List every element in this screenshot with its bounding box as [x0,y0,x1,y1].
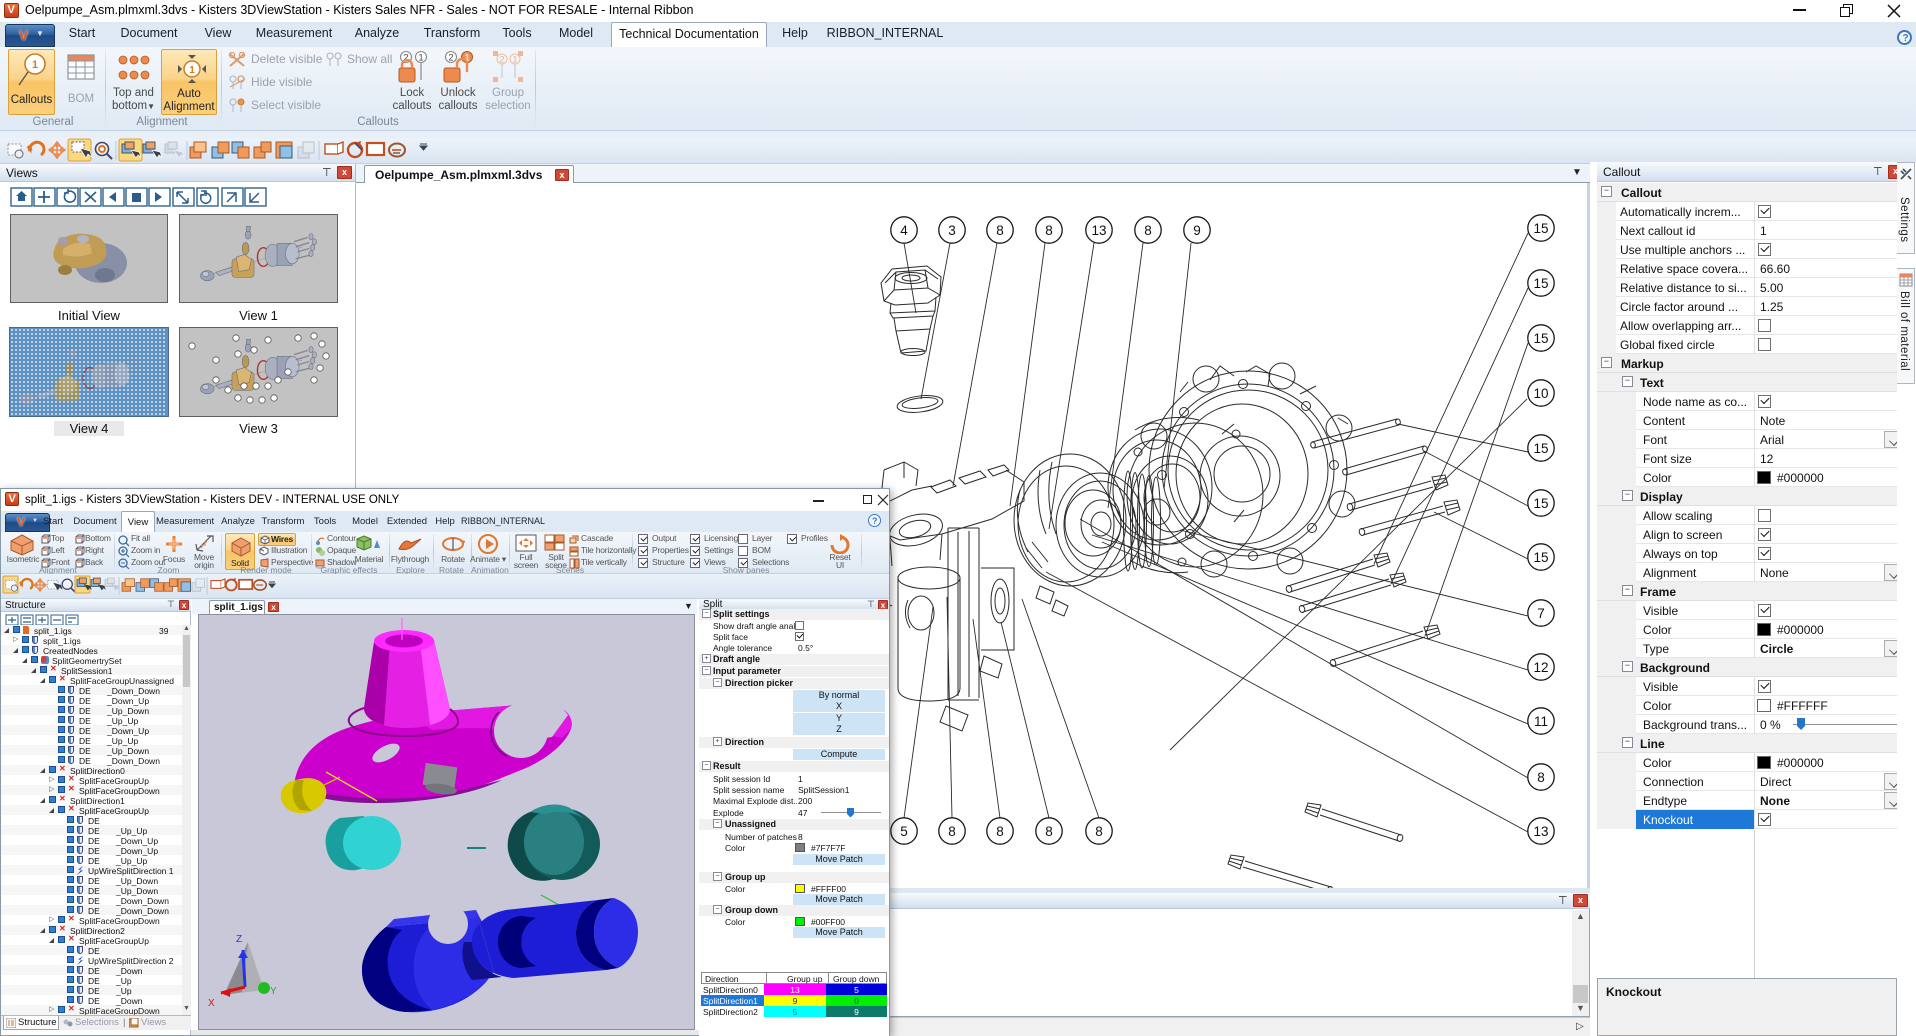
svg-text:12: 12 [1533,660,1548,675]
svg-text:15: 15 [1533,441,1548,456]
svg-text:2: 2 [499,55,504,65]
svg-text:8: 8 [948,824,956,839]
svg-text:5: 5 [900,824,908,839]
svg-text:1: 1 [512,55,517,65]
svg-text:15: 15 [1533,331,1548,346]
svg-text:Z: Z [236,934,242,945]
svg-text:8: 8 [996,223,1004,238]
svg-text:8: 8 [1045,223,1053,238]
svg-text:13: 13 [1533,824,1548,839]
svg-text:8: 8 [1045,824,1053,839]
svg-text:4: 4 [900,223,908,238]
svg-text:15: 15 [1533,221,1548,236]
svg-text:8: 8 [1537,770,1545,785]
svg-text:X: X [208,998,215,1009]
svg-text:2: 2 [448,53,453,63]
svg-text:Y: Y [270,986,277,997]
svg-text:8: 8 [1144,223,1152,238]
svg-text:3: 3 [948,223,956,238]
svg-text:15: 15 [1533,496,1548,511]
svg-text:10: 10 [1533,386,1548,401]
svg-text:1: 1 [32,59,38,71]
svg-text:9: 9 [1193,223,1201,238]
svg-text:15: 15 [1533,550,1548,565]
svg-text:11: 11 [1534,714,1548,729]
svg-text:8: 8 [996,824,1004,839]
svg-text:13: 13 [1091,223,1106,238]
svg-text:1: 1 [418,53,423,63]
svg-text:8: 8 [1095,824,1103,839]
svg-text:1: 1 [189,65,195,76]
svg-text:7: 7 [1537,606,1545,621]
svg-text:15: 15 [1533,276,1548,291]
